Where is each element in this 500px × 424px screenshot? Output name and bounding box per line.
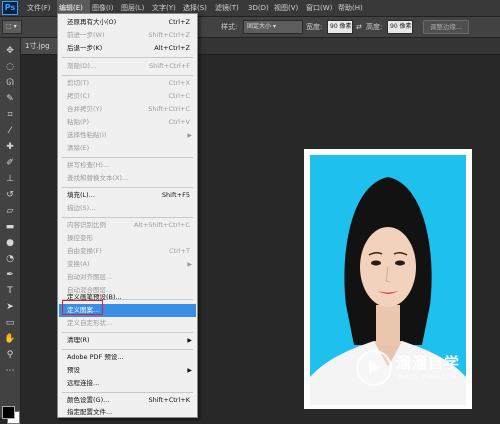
menu-find-replace[interactable]: 查找和替换文本(X)... bbox=[59, 172, 196, 185]
menu-view[interactable]: 视图(V) bbox=[274, 0, 298, 16]
menu-check-spelling[interactable]: 拼写检查(H)... bbox=[59, 159, 196, 172]
watermark: 溜溜自学 ZIXUE.3D66.COM bbox=[356, 348, 476, 388]
menu-separator bbox=[62, 392, 193, 393]
chevron-down-icon: ▾ bbox=[272, 23, 276, 30]
menu-remote-connections[interactable]: 远程连接... bbox=[59, 377, 196, 390]
chevron-right-icon: ▶ bbox=[187, 261, 192, 268]
menu-paste[interactable]: 粘贴(P) Ctrl+V bbox=[59, 116, 196, 129]
more-tools-icon[interactable]: ⋯ bbox=[3, 364, 17, 378]
document-tab[interactable]: 1寸.jpg bbox=[21, 38, 57, 54]
tools-panel: ✥ ◌ ᘏ ✎ ⌗ ⁄ ✚ ✐ ⊥ ↺ ▱ ▬ ● ◔ ✒ T ➤ ▭ ✋ ⚲ … bbox=[0, 38, 21, 424]
move-tool-icon[interactable]: ✥ bbox=[3, 44, 17, 58]
menu-separator bbox=[62, 157, 193, 158]
dodge-tool-icon[interactable]: ◔ bbox=[3, 252, 17, 266]
menu-clear[interactable]: 清除(E) bbox=[59, 142, 196, 155]
menu-file[interactable]: 文件(F) bbox=[27, 0, 51, 16]
brush-tool-icon[interactable]: ✐ bbox=[3, 156, 17, 170]
menu-copy-merged[interactable]: 合并拷贝(Y) Shift+Ctrl+C bbox=[59, 103, 196, 116]
menu-help[interactable]: 帮助(H) bbox=[338, 0, 363, 16]
menu-separator bbox=[62, 75, 193, 76]
height-label: 高度: bbox=[366, 23, 383, 31]
menu-cut[interactable]: 剪切(T) Ctrl+X bbox=[59, 77, 196, 90]
swap-icon[interactable]: ⇄ bbox=[356, 20, 362, 34]
menu-separator bbox=[62, 349, 193, 350]
menu-presets[interactable]: 预设 ▶ bbox=[59, 364, 196, 377]
edit-menu-dropdown: 还原再有大小(O) Ctrl+Z 前进一步(W) Shift+Ctrl+Z 后退一步… bbox=[57, 13, 198, 418]
chevron-right-icon: ▶ bbox=[187, 337, 192, 344]
menu-3d[interactable]: 3D(D) bbox=[248, 0, 269, 16]
path-select-tool-icon[interactable]: ➤ bbox=[3, 300, 17, 314]
watermark-subtitle: ZIXUE.3D66.COM bbox=[398, 374, 458, 381]
play-triangle-icon bbox=[369, 360, 381, 374]
menu-free-transform[interactable]: 自由变换(F) Ctrl+T bbox=[59, 245, 196, 258]
eraser-tool-icon[interactable]: ▱ bbox=[3, 204, 17, 218]
menu-separator bbox=[62, 57, 193, 58]
highlight-annotation-box bbox=[62, 300, 103, 315]
menu-separator bbox=[62, 187, 193, 188]
watermark-title: 溜溜自学 bbox=[396, 354, 461, 372]
healing-brush-tool-icon[interactable]: ✚ bbox=[3, 140, 17, 154]
width-label: 宽度: bbox=[306, 23, 323, 31]
menu-fill[interactable]: 填充(L)... Shift+F5 bbox=[59, 189, 196, 202]
pen-tool-icon[interactable]: ✒ bbox=[3, 268, 17, 282]
menu-assign-profile[interactable]: 指定配置文件... bbox=[59, 406, 196, 419]
refine-edge-button[interactable]: 调整边缘... bbox=[423, 20, 469, 34]
menu-step-backward[interactable]: 后退一步(K) Alt+Ctrl+Z bbox=[59, 42, 196, 55]
menu-fade[interactable]: 渐隐(D)... Shift+Ctrl+F bbox=[59, 60, 196, 73]
chevron-right-icon: ▶ bbox=[187, 132, 192, 139]
menu-auto-align-layers[interactable]: 自动对齐图层... bbox=[59, 271, 196, 284]
menu-content-aware-scale[interactable]: 内容识别比例 Alt+Shift+Ctrl+C bbox=[59, 219, 196, 232]
photoshop-logo: Ps bbox=[2, 1, 18, 15]
menu-define-custom-shape[interactable]: 定义自定形状... bbox=[59, 317, 196, 330]
menu-stroke[interactable]: 描边(S)... bbox=[59, 202, 196, 215]
clone-stamp-tool-icon[interactable]: ⊥ bbox=[3, 172, 17, 186]
menu-adobe-pdf-presets[interactable]: Adobe PDF 预设... bbox=[59, 351, 196, 364]
menu-paste-special[interactable]: 选择性粘贴(I) ▶ bbox=[59, 129, 196, 142]
marquee-tool-icon[interactable]: ◌ bbox=[3, 60, 17, 74]
lasso-tool-icon[interactable]: ᘏ bbox=[3, 76, 17, 90]
chevron-right-icon: ▶ bbox=[187, 367, 192, 374]
style-select[interactable]: 固定大小 ▾ bbox=[243, 20, 303, 34]
menu-puppet-warp[interactable]: 操控变形 bbox=[59, 232, 196, 245]
zoom-tool-icon[interactable]: ⚲ bbox=[3, 348, 17, 362]
shape-tool-icon[interactable]: ▭ bbox=[3, 316, 17, 330]
crop-tool-icon[interactable]: ⌗ bbox=[3, 108, 17, 122]
width-input[interactable]: 90 像素 bbox=[327, 20, 353, 34]
menu-undo[interactable]: 还原再有大小(O) Ctrl+Z bbox=[59, 16, 196, 29]
menu-separator bbox=[62, 217, 193, 218]
style-label: 样式: bbox=[221, 23, 238, 31]
tool-preset-picker[interactable]: ⬚ ▾ bbox=[2, 20, 22, 34]
menu-copy[interactable]: 拷贝(C) Ctrl+C bbox=[59, 90, 196, 103]
gradient-tool-icon[interactable]: ▬ bbox=[3, 220, 17, 234]
style-value: 固定大小 bbox=[247, 23, 272, 30]
height-input[interactable]: 90 像素 bbox=[387, 20, 413, 34]
foreground-color-swatch[interactable] bbox=[2, 406, 15, 419]
menu-transform[interactable]: 变换(A) ▶ bbox=[59, 258, 196, 271]
menu-filter[interactable]: 滤镜(T) bbox=[215, 0, 239, 16]
menu-purge[interactable]: 清理(R) ▶ bbox=[59, 334, 196, 347]
eyedropper-tool-icon[interactable]: ⁄ bbox=[3, 124, 17, 138]
menu-separator bbox=[62, 332, 193, 333]
type-tool-icon[interactable]: T bbox=[3, 284, 17, 298]
menu-step-forward[interactable]: 前进一步(W) Shift+Ctrl+Z bbox=[59, 29, 196, 42]
blur-tool-icon[interactable]: ● bbox=[3, 236, 17, 250]
quick-select-tool-icon[interactable]: ✎ bbox=[3, 92, 17, 106]
history-brush-tool-icon[interactable]: ↺ bbox=[3, 188, 17, 202]
hand-tool-icon[interactable]: ✋ bbox=[3, 332, 17, 346]
menu-window[interactable]: 窗口(W) bbox=[306, 0, 332, 16]
